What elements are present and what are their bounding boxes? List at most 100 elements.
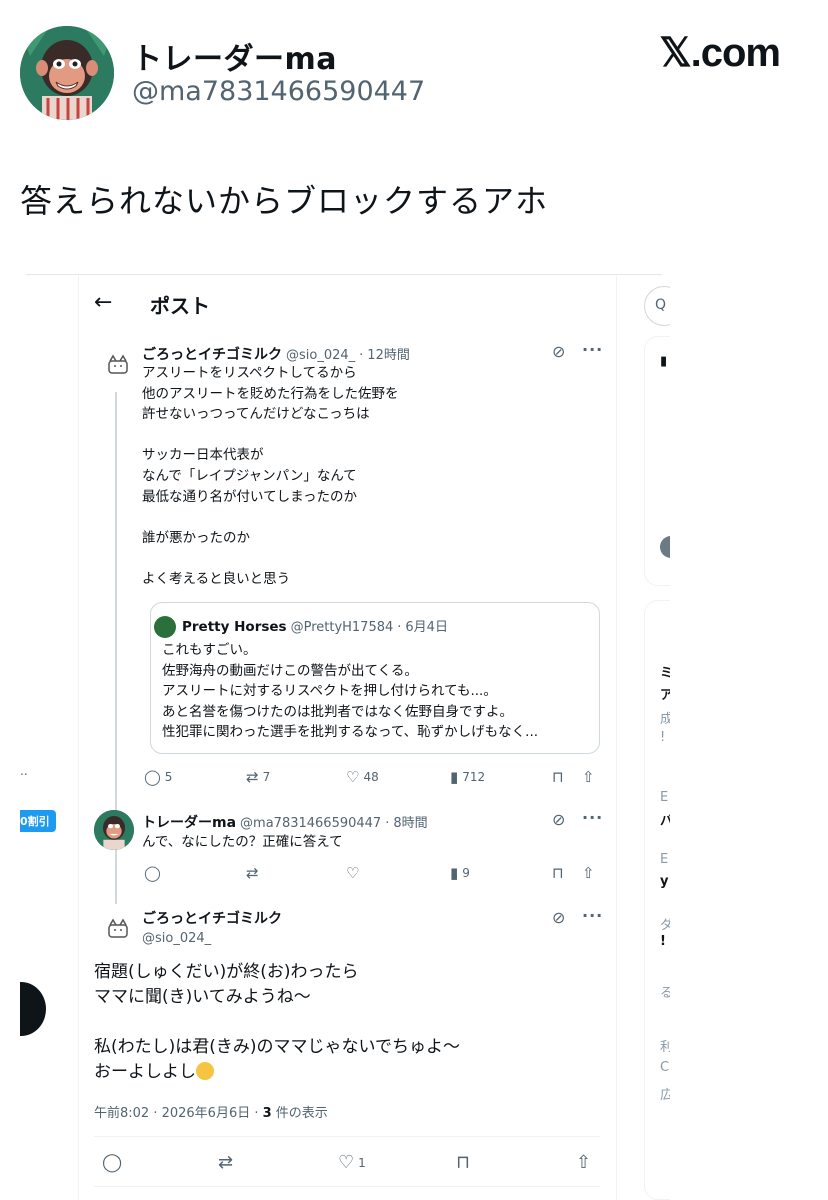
- separator: ·: [385, 816, 390, 831]
- separator: ·: [397, 620, 402, 635]
- x-com-logo: 𝕏.com: [659, 31, 781, 75]
- sidebar-glyph: 利: [660, 1040, 670, 1055]
- grok-icon[interactable]: ⊘: [552, 342, 565, 361]
- grok-icon[interactable]: ⊘: [552, 810, 565, 829]
- author-name: Pretty Horses: [182, 619, 287, 635]
- quote-header: Pretty Horses @PrettyH17584 · 6月4日: [182, 616, 448, 635]
- views-button[interactable]: ▮ 712: [450, 768, 485, 786]
- sidebar-glyph: C: [660, 1060, 670, 1075]
- repost-button[interactable]: ⇄: [218, 1152, 233, 1173]
- views-button[interactable]: ▮ 9: [450, 864, 470, 882]
- heart-icon: ♡: [338, 1152, 355, 1173]
- sidebar-glyph: E: [660, 790, 669, 805]
- author-handle[interactable]: @sio_024_: [286, 348, 355, 363]
- divider: [94, 1136, 600, 1137]
- share-button[interactable]: ⇧: [582, 864, 595, 882]
- share-button[interactable]: ⇧: [582, 768, 595, 786]
- reply-count: 5: [164, 770, 173, 784]
- sidebar-glyph: 広: [660, 1088, 670, 1103]
- left-sidebar-dots: ..: [20, 764, 28, 778]
- author-handle[interactable]: @sio_024_: [142, 931, 211, 946]
- discount-badge[interactable]: 0割引: [20, 810, 56, 832]
- more-icon[interactable]: ···: [582, 808, 603, 827]
- main-view-count: 3: [262, 1106, 272, 1121]
- bookmark-button[interactable]: ⊓: [552, 864, 564, 882]
- view-count: 712: [462, 770, 486, 784]
- sidebar-glyph: ミ: [660, 666, 670, 681]
- timestamp[interactable]: 12時間: [367, 348, 410, 363]
- reply-icon: ◯: [102, 1152, 123, 1173]
- share-icon: ⇧: [576, 1152, 592, 1173]
- outer-avatar[interactable]: [20, 26, 114, 120]
- monkey-avatar-icon: [20, 26, 114, 120]
- repost-icon: ⇄: [218, 1152, 234, 1173]
- reply-button[interactable]: ◯: [144, 864, 161, 882]
- sidebar-glyph: る: [660, 986, 670, 1001]
- bookmark-icon: ⊓: [456, 1152, 471, 1173]
- tweet-text: アスリートをリスペクトしてるから 他のアスリートを貶めた行為をした佐野を 許せな…: [142, 365, 399, 587]
- share-icon: ⇧: [582, 864, 595, 882]
- sidebar-glyph: 成: [660, 712, 670, 727]
- reply-button[interactable]: ◯: [102, 1152, 122, 1173]
- tweet-header: トレーダーma @ma7831466590447 · 8時間: [142, 812, 428, 832]
- avatar[interactable]: [98, 910, 138, 950]
- left-sidebar-button[interactable]: [20, 982, 46, 1036]
- bookmark-button[interactable]: ⊓: [552, 768, 564, 786]
- avatar[interactable]: [154, 616, 176, 638]
- main-timestamp[interactable]: 午前8:02 · 2026年6月6日 ·: [94, 1106, 263, 1121]
- bookmark-button[interactable]: ⊓: [456, 1152, 470, 1173]
- author-name[interactable]: トレーダーma: [142, 815, 236, 831]
- divider: [26, 274, 662, 275]
- views-icon: ▮: [450, 768, 459, 786]
- more-icon[interactable]: ···: [582, 340, 603, 359]
- like-count: 1: [358, 1155, 366, 1170]
- main-line: 宿題(しゅくだい)が終(お)わったら: [94, 962, 359, 982]
- cat-avatar-icon: [108, 918, 128, 938]
- search-icon[interactable]: Q: [644, 286, 670, 326]
- main-views-label: 件の表示: [271, 1106, 328, 1121]
- reply-icon: ◯: [144, 864, 161, 882]
- tweet-header: ごろっとイチゴミルク @sio_024_ · 12時間: [142, 344, 410, 364]
- tweet-text: んで、なにしたの？正確に答えて: [142, 834, 343, 850]
- heart-icon: ♡: [346, 864, 360, 882]
- back-arrow-icon[interactable]: ←: [94, 290, 112, 315]
- like-button[interactable]: ♡: [346, 864, 359, 882]
- repost-icon: ⇄: [246, 864, 259, 882]
- view-count: 9: [462, 866, 470, 880]
- bookmark-icon: ⊓: [552, 864, 564, 882]
- reply-icon: ◯: [144, 768, 161, 786]
- tweet-handle-row: @sio_024_: [142, 930, 211, 946]
- outer-author-handle[interactable]: @ma7831466590447: [132, 76, 425, 107]
- main-tweet-meta: 午前8:02 · 2026年6月6日 · 3 件の表示: [94, 1102, 328, 1121]
- embedded-screenshot: .. 0割引 ← ポスト Q ▮ ミ ア 成 ! E バ E y ダ ! る 利…: [20, 270, 670, 1200]
- like-button[interactable]: ♡ 48: [346, 768, 379, 786]
- author-handle: @PrettyH17584: [290, 620, 394, 635]
- main-line: 私(わたし)は君(きみ)のママじゃないでちゅよ～: [94, 1037, 461, 1057]
- main-line: ママに聞(き)いてみようね～: [94, 987, 311, 1007]
- avatar[interactable]: [98, 346, 138, 386]
- avatar[interactable]: [94, 810, 134, 850]
- monkey-avatar-icon: [94, 810, 134, 850]
- heart-icon: ♡: [346, 768, 360, 786]
- cat-avatar-icon: [108, 354, 128, 374]
- sidebar-glyph: !: [660, 934, 666, 949]
- share-button[interactable]: ⇧: [576, 1152, 591, 1173]
- author-name[interactable]: ごろっとイチゴミルク: [142, 911, 282, 927]
- repost-count: 7: [262, 770, 271, 784]
- author-handle[interactable]: @ma7831466590447: [240, 816, 381, 831]
- quote-text: これもすごい。 佐野海舟の動画だけこの警告が出てくる。 アスリートに対するリスペ…: [162, 642, 539, 741]
- author-name[interactable]: ごろっとイチゴミルク: [142, 347, 282, 363]
- tweet-header: ごろっとイチゴミルク: [142, 908, 282, 928]
- divider: [78, 276, 79, 1200]
- reply-button[interactable]: ◯ 5: [144, 768, 172, 786]
- repost-button[interactable]: ⇄ 7: [246, 768, 270, 786]
- share-icon: ⇧: [582, 768, 595, 786]
- repost-button[interactable]: ⇄: [246, 864, 259, 882]
- main-line: おーよしよし: [94, 1062, 196, 1082]
- timestamp[interactable]: 8時間: [393, 816, 427, 831]
- grok-icon[interactable]: ⊘: [552, 908, 565, 927]
- like-button[interactable]: ♡ 1: [338, 1152, 366, 1173]
- sidebar-glyph: バ: [660, 814, 670, 829]
- outer-author-name[interactable]: トレーダーma: [132, 34, 337, 78]
- more-icon[interactable]: ···: [582, 906, 603, 925]
